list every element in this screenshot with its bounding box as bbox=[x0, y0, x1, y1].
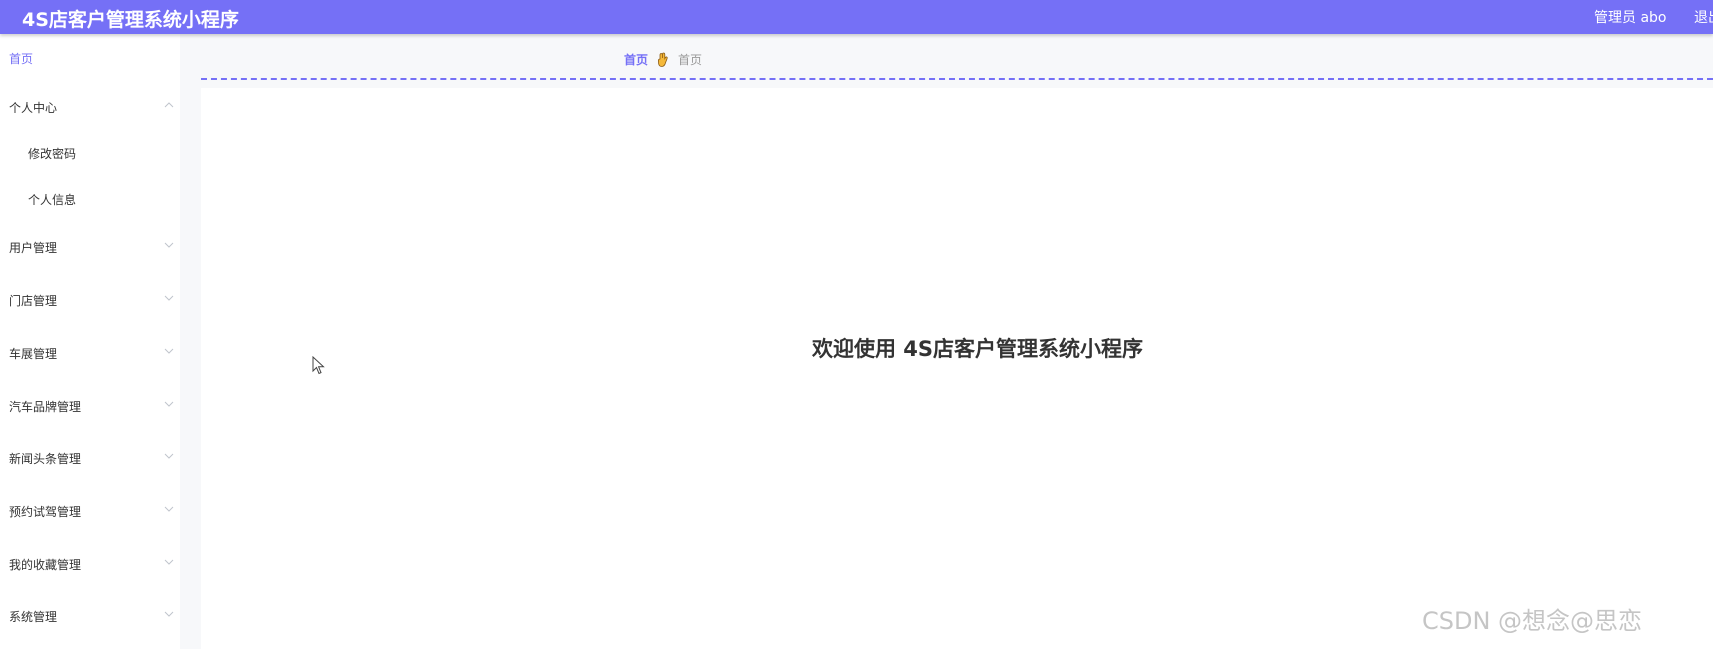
sidebar-item-label: 个人中心 bbox=[9, 101, 58, 115]
sidebar-item-label: 预约试驾管理 bbox=[9, 505, 82, 519]
sidebar-item-home[interactable]: 首页 bbox=[0, 39, 180, 79]
main-content-panel bbox=[201, 88, 1713, 649]
sidebar-item-label: 我的收藏管理 bbox=[9, 558, 82, 572]
logout-link[interactable]: 退出 bbox=[1694, 7, 1713, 27]
sidebar-item-label: 个人信息 bbox=[28, 193, 77, 207]
welcome-message: 欢迎使用 4S店客户管理系统小程序 bbox=[812, 337, 1144, 361]
sidebar-item-label: 用户管理 bbox=[9, 241, 58, 255]
breadcrumb-home-link[interactable]: 首页 bbox=[624, 51, 648, 68]
sidebar-item-user-management[interactable]: 用户管理 bbox=[0, 228, 180, 268]
current-user-label: 管理员 abo bbox=[1594, 10, 1667, 26]
chevron-down-icon bbox=[164, 557, 174, 567]
breadcrumb: 首页 首页 bbox=[624, 51, 702, 68]
sidebar-item-label: 首页 bbox=[9, 52, 34, 66]
chevron-down-icon bbox=[164, 504, 174, 514]
sidebar-item-car-brand-management[interactable]: 汽车品牌管理 bbox=[0, 387, 180, 427]
sidebar-item-label: 修改密码 bbox=[28, 147, 77, 161]
breadcrumb-current: 首页 bbox=[678, 53, 703, 67]
sidebar-item-label: 系统管理 bbox=[9, 610, 58, 624]
breadcrumb-divider bbox=[201, 78, 1713, 80]
hand-icon bbox=[656, 52, 670, 68]
watermark-text: CSDN @想念@思恋 bbox=[1422, 607, 1643, 635]
sidebar-item-label: 新闻头条管理 bbox=[9, 452, 82, 466]
app-title: 4S店客户管理系统小程序 bbox=[22, 9, 239, 31]
chevron-down-icon bbox=[164, 451, 174, 461]
sidebar-item-personal-info[interactable]: 个人信息 bbox=[0, 180, 180, 220]
sidebar-item-personal-center[interactable]: 个人中心 bbox=[0, 88, 180, 128]
chevron-down-icon bbox=[164, 399, 174, 409]
top-header: 4S店客户管理系统小程序 管理员 abo 退出 bbox=[0, 0, 1713, 34]
sidebar-item-favorites-management[interactable]: 我的收藏管理 bbox=[0, 545, 180, 585]
chevron-down-icon bbox=[164, 240, 174, 250]
sidebar-item-label: 门店管理 bbox=[9, 294, 58, 308]
chevron-down-icon bbox=[164, 293, 174, 303]
mouse-cursor-icon bbox=[312, 355, 326, 376]
sidebar-menu: 首页 个人中心 修改密码 个人信息 用户管理 门店管理 车展管理 汽车品牌管理 bbox=[0, 34, 180, 649]
sidebar-item-news-management[interactable]: 新闻头条管理 bbox=[0, 439, 180, 479]
sidebar-item-system-management[interactable]: 系统管理 bbox=[0, 597, 180, 637]
sidebar-item-change-password[interactable]: 修改密码 bbox=[0, 134, 180, 174]
chevron-down-icon bbox=[164, 609, 174, 619]
sidebar-item-label: 车展管理 bbox=[9, 347, 58, 361]
sidebar-item-auto-show-management[interactable]: 车展管理 bbox=[0, 334, 180, 374]
chevron-down-icon bbox=[164, 346, 174, 356]
sidebar-item-test-drive-management[interactable]: 预约试驾管理 bbox=[0, 492, 180, 532]
chevron-up-icon bbox=[164, 100, 174, 110]
sidebar-item-store-management[interactable]: 门店管理 bbox=[0, 281, 180, 321]
sidebar-item-label: 汽车品牌管理 bbox=[9, 400, 82, 414]
